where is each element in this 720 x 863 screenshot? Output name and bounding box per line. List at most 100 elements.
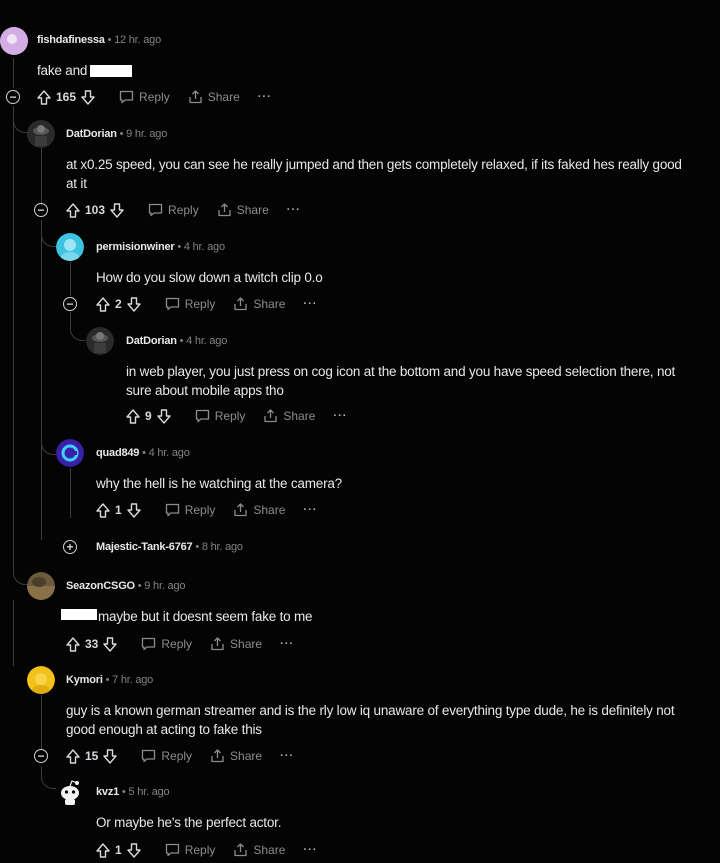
more-options-button[interactable]: ··· [303, 298, 317, 310]
reply-button[interactable]: Reply [195, 409, 245, 423]
reply-icon [165, 297, 179, 311]
share-icon [234, 297, 248, 311]
comment-meta: kvz1 • 5 hr. ago [96, 786, 170, 798]
upvote-icon[interactable] [96, 842, 110, 858]
timestamp: • 9 hr. ago [137, 580, 186, 592]
timestamp: • 7 hr. ago [105, 674, 154, 686]
share-button[interactable]: Share [217, 203, 269, 217]
downvote-icon[interactable] [126, 842, 141, 858]
upvote-icon[interactable] [96, 502, 110, 518]
comment-actions: 1 Reply Share ··· [96, 840, 317, 860]
share-icon [189, 90, 202, 104]
share-button[interactable]: Share [233, 503, 285, 517]
upvote-icon[interactable] [66, 748, 80, 764]
avatar[interactable] [86, 327, 114, 355]
reply-button[interactable]: Reply [165, 297, 215, 311]
share-icon [234, 503, 248, 517]
share-icon [234, 843, 248, 857]
comment-body: maybe but it doesnt seem fake to me [98, 609, 313, 624]
comment-body: why the hell is he watching at the camer… [96, 476, 342, 491]
timestamp: • 8 hr. ago [195, 541, 243, 553]
comment-meta: DatDorian • 9 hr. ago [66, 128, 167, 140]
upvote-icon[interactable] [66, 636, 80, 652]
more-options-button[interactable]: ··· [303, 844, 317, 856]
comment-meta: permisionwiner • 4 hr. ago [96, 241, 225, 253]
comment-actions: 165 Reply Share ··· [37, 87, 272, 107]
downvote-icon[interactable] [81, 89, 95, 105]
downvote-icon[interactable] [156, 408, 171, 424]
downvote-icon[interactable] [110, 202, 124, 218]
username[interactable]: fishdafinessa [37, 34, 105, 46]
comment-meta: Majestic-Tank-6767 • 8 hr. ago [96, 541, 243, 553]
username[interactable]: quad849 [96, 447, 139, 459]
more-options-button[interactable]: ··· [333, 410, 347, 422]
more-options-button[interactable]: ··· [303, 504, 317, 516]
downvote-icon[interactable] [126, 296, 141, 312]
comment-meta: quad849 • 4 hr. ago [96, 447, 190, 459]
upvote-icon[interactable] [66, 202, 80, 218]
comment-meta: Kymori • 7 hr. ago [66, 674, 153, 686]
avatar[interactable] [27, 120, 55, 148]
username[interactable]: Kymori [66, 674, 103, 686]
avatar[interactable] [0, 27, 28, 55]
downvote-icon[interactable] [126, 502, 141, 518]
username[interactable]: kvz1 [96, 786, 119, 798]
timestamp: • 5 hr. ago [121, 786, 170, 798]
vote-count: 2 [115, 297, 122, 311]
share-icon [211, 637, 224, 651]
comment-body: How do you slow down a twitch clip 0.o [96, 270, 323, 285]
collapse-toggle[interactable]: − [63, 297, 77, 311]
downvote-icon[interactable] [103, 748, 118, 764]
reply-button[interactable]: Reply [141, 749, 192, 763]
reply-button[interactable]: Reply [165, 843, 215, 857]
upvote-icon[interactable] [96, 296, 110, 312]
timestamp: • 4 hr. ago [179, 335, 228, 347]
comment-actions: 2 Reply Share ··· [96, 294, 317, 314]
more-options-button[interactable]: ··· [287, 204, 301, 216]
comment-body: at x0.25 speed, you can see he really ju… [66, 157, 682, 191]
comment-body: guy is a known german streamer and is th… [66, 703, 675, 737]
reply-icon [142, 637, 156, 651]
expand-toggle[interactable]: + [63, 540, 77, 554]
vote-count: 9 [145, 409, 152, 423]
vote-count: 1 [115, 843, 122, 857]
share-button[interactable]: Share [210, 637, 262, 651]
reply-button[interactable]: Reply [141, 637, 192, 651]
vote-count: 33 [85, 637, 99, 651]
share-button[interactable]: Share [263, 409, 315, 423]
upvote-icon[interactable] [126, 408, 140, 424]
comment-body: Or maybe he's the perfect actor. [96, 815, 282, 830]
upvote-icon[interactable] [37, 89, 51, 105]
timestamp: • 4 hr. ago [142, 447, 190, 459]
downvote-icon[interactable] [103, 636, 118, 652]
collapse-toggle[interactable]: − [34, 749, 48, 763]
share-button[interactable]: Share [233, 843, 285, 857]
reply-icon [119, 90, 134, 104]
reply-button[interactable]: Reply [119, 90, 170, 104]
username[interactable]: permisionwiner [96, 241, 175, 253]
share-button[interactable]: Share [210, 749, 262, 763]
collapse-toggle[interactable]: − [6, 90, 20, 104]
avatar[interactable] [56, 233, 84, 261]
avatar[interactable] [56, 439, 84, 467]
reply-button[interactable]: Reply [148, 203, 199, 217]
username[interactable]: Majestic-Tank-6767 [96, 541, 193, 553]
vote-count: 165 [56, 90, 77, 104]
username[interactable]: SeazonCSGO [66, 580, 135, 592]
avatar[interactable] [27, 572, 55, 600]
more-options-button[interactable]: ··· [280, 638, 294, 650]
avatar[interactable] [27, 666, 55, 694]
share-button[interactable]: Share [233, 297, 285, 311]
more-options-button[interactable]: ··· [280, 750, 294, 762]
avatar[interactable] [56, 778, 84, 806]
timestamp: • 4 hr. ago [177, 241, 225, 253]
reply-button[interactable]: Reply [165, 503, 215, 517]
comment-actions: 1 Reply Share ··· [96, 500, 317, 520]
username[interactable]: DatDorian [66, 128, 117, 140]
username[interactable]: DatDorian [126, 335, 177, 347]
collapse-toggle[interactable]: − [34, 203, 48, 217]
vote-count: 15 [85, 749, 99, 763]
reply-icon [195, 409, 209, 423]
more-options-button[interactable]: ··· [258, 91, 272, 103]
share-button[interactable]: Share [188, 90, 240, 104]
